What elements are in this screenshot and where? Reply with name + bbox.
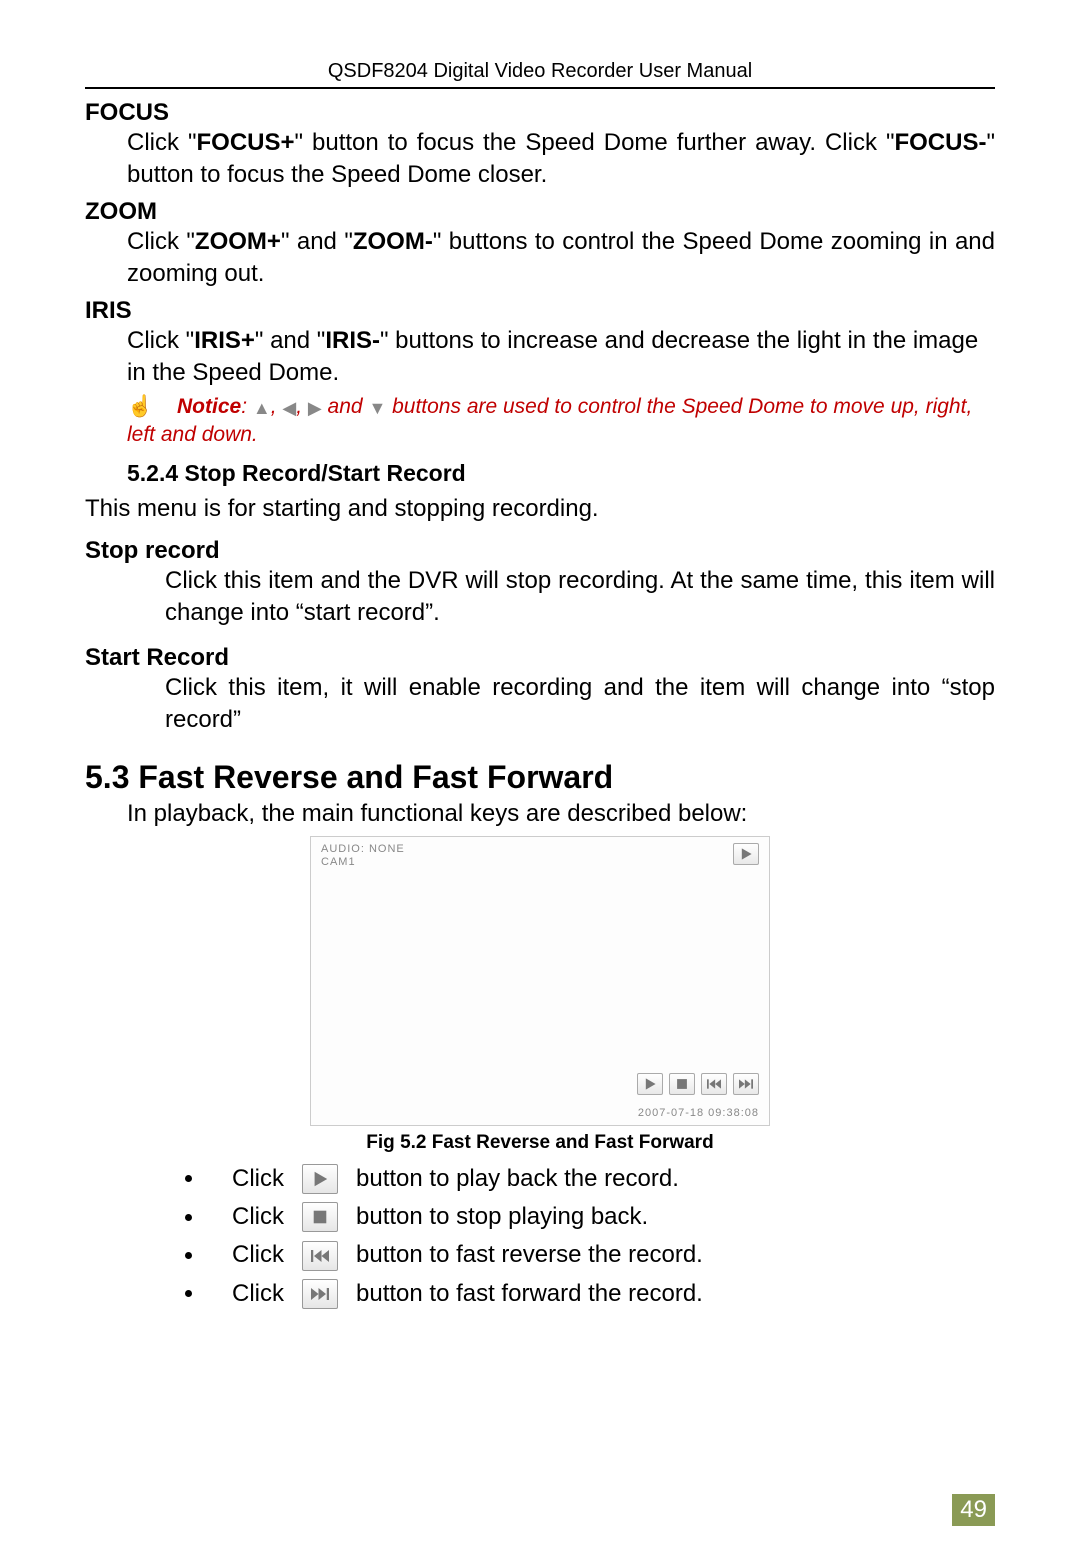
focus-heading: FOCUS (85, 99, 995, 127)
zoom-heading: ZOOM (85, 198, 995, 226)
bullet-play: Click button to play back the record. (185, 1160, 995, 1198)
notice-block: ☝ Notice: ▲, ◀, ▶ and ▼ buttons are used… (127, 393, 995, 448)
focus-plus-label: FOCUS+ (197, 129, 295, 156)
zoom-text-2: " and " (281, 228, 353, 255)
page-number: 49 (952, 1494, 995, 1526)
screenshot-controls (637, 1073, 759, 1095)
iris-text-1: Click " (127, 327, 194, 354)
notice-label: Notice (177, 395, 241, 418)
notice-sep1: : (241, 395, 253, 418)
stop-button[interactable] (302, 1202, 338, 1232)
bullet-ffwd-pre: Click (232, 1275, 284, 1313)
section-53-intro: In playback, the main functional keys ar… (127, 800, 995, 828)
zoom-text-1: Click " (127, 228, 195, 255)
focus-text-1: Click " (127, 129, 197, 156)
iris-text-2: " and " (255, 327, 325, 354)
screenshot-fast-reverse-button[interactable] (701, 1073, 727, 1095)
play-button[interactable] (302, 1164, 338, 1194)
screenshot-top-right (733, 843, 759, 865)
notice-sep3: , (296, 395, 308, 418)
screenshot-stop-button[interactable] (669, 1073, 695, 1095)
fast-reverse-button[interactable] (302, 1241, 338, 1271)
fast-forward-button[interactable] (302, 1279, 338, 1309)
screenshot-play-button[interactable] (637, 1073, 663, 1095)
down-triangle-icon: ▼ (368, 397, 386, 420)
screenshot-cam-label: CAM1 (321, 856, 405, 869)
focus-paragraph: Click "FOCUS+" button to focus the Speed… (127, 127, 995, 192)
page-header: QSDF8204 Digital Video Recorder User Man… (85, 60, 995, 89)
section-53-heading: 5.3 Fast Reverse and Fast Forward (85, 759, 995, 796)
start-record-heading: Start Record (85, 644, 995, 672)
play-icon (311, 1170, 329, 1188)
figure-caption: Fig 5.2 Fast Reverse and Fast Forward (310, 1132, 770, 1154)
zoom-paragraph: Click "ZOOM+" and "ZOOM-" buttons to con… (127, 226, 995, 291)
iris-paragraph: Click "IRIS+" and "IRIS-" buttons to inc… (127, 325, 995, 390)
screenshot-top-left: AUDIO: NONE CAM1 (321, 843, 405, 869)
bullet-play-pre: Click (232, 1160, 284, 1198)
playback-screenshot: AUDIO: NONE CAM1 2007-07-18 09:38:08 (310, 836, 770, 1126)
stop-record-body: Click this item and the DVR will stop re… (165, 565, 995, 630)
fast-reverse-icon (707, 1077, 721, 1091)
stop-record-heading: Stop record (85, 537, 995, 565)
iris-minus-label: IRIS- (325, 327, 380, 354)
fast-reverse-icon (311, 1247, 329, 1265)
hand-icon: ☝ (127, 395, 153, 418)
fast-forward-icon (311, 1285, 329, 1303)
notice-sep4: and (322, 395, 369, 418)
fast-forward-icon (739, 1077, 753, 1091)
right-triangle-icon: ▶ (308, 397, 322, 420)
bullet-stop-post: button to stop playing back. (356, 1198, 648, 1236)
screenshot-fast-forward-button[interactable] (733, 1073, 759, 1095)
zoom-plus-label: ZOOM+ (195, 228, 281, 255)
notice-sep2: , (271, 395, 283, 418)
up-triangle-icon: ▲ (253, 397, 271, 420)
bullet-ffwd-post: button to fast forward the record. (356, 1275, 703, 1313)
bullet-stop: Click button to stop playing back. (185, 1198, 995, 1236)
focus-text-2: " button to focus the Speed Dome further… (295, 129, 895, 156)
bullet-frev-pre: Click (232, 1236, 284, 1274)
iris-heading: IRIS (85, 297, 995, 325)
section-524-intro: This menu is for starting and stopping r… (85, 495, 995, 523)
playback-bullet-list: Click button to play back the record. Cl… (185, 1160, 995, 1314)
section-524-heading: 5.2.4 Stop Record/Start Record (127, 460, 995, 487)
start-record-body: Click this item, it will enable recordin… (165, 672, 995, 737)
screenshot-timestamp: 2007-07-18 09:38:08 (638, 1107, 759, 1119)
bullet-dot-icon (185, 1214, 192, 1221)
bullet-fast-forward: Click button to fast forward the record. (185, 1275, 995, 1313)
zoom-minus-label: ZOOM- (353, 228, 433, 255)
iris-plus-label: IRIS+ (194, 327, 255, 354)
bullet-play-post: button to play back the record. (356, 1160, 679, 1198)
left-triangle-icon: ◀ (282, 397, 296, 420)
bullet-frev-post: button to fast reverse the record. (356, 1236, 703, 1274)
bullet-fast-reverse: Click button to fast reverse the record. (185, 1236, 995, 1274)
focus-minus-label: FOCUS- (894, 129, 986, 156)
bullet-dot-icon (185, 1252, 192, 1259)
stop-icon (675, 1077, 689, 1091)
stop-icon (311, 1208, 329, 1226)
figure-container: AUDIO: NONE CAM1 2007-07-18 09:38:08 Fig… (310, 836, 770, 1154)
play-icon (643, 1077, 657, 1091)
bullet-dot-icon (185, 1290, 192, 1297)
bullet-dot-icon (185, 1175, 192, 1182)
screenshot-audio-label: AUDIO: NONE (321, 843, 405, 856)
bullet-stop-pre: Click (232, 1198, 284, 1236)
screenshot-play-indicator[interactable] (733, 843, 759, 865)
play-icon (739, 847, 753, 861)
